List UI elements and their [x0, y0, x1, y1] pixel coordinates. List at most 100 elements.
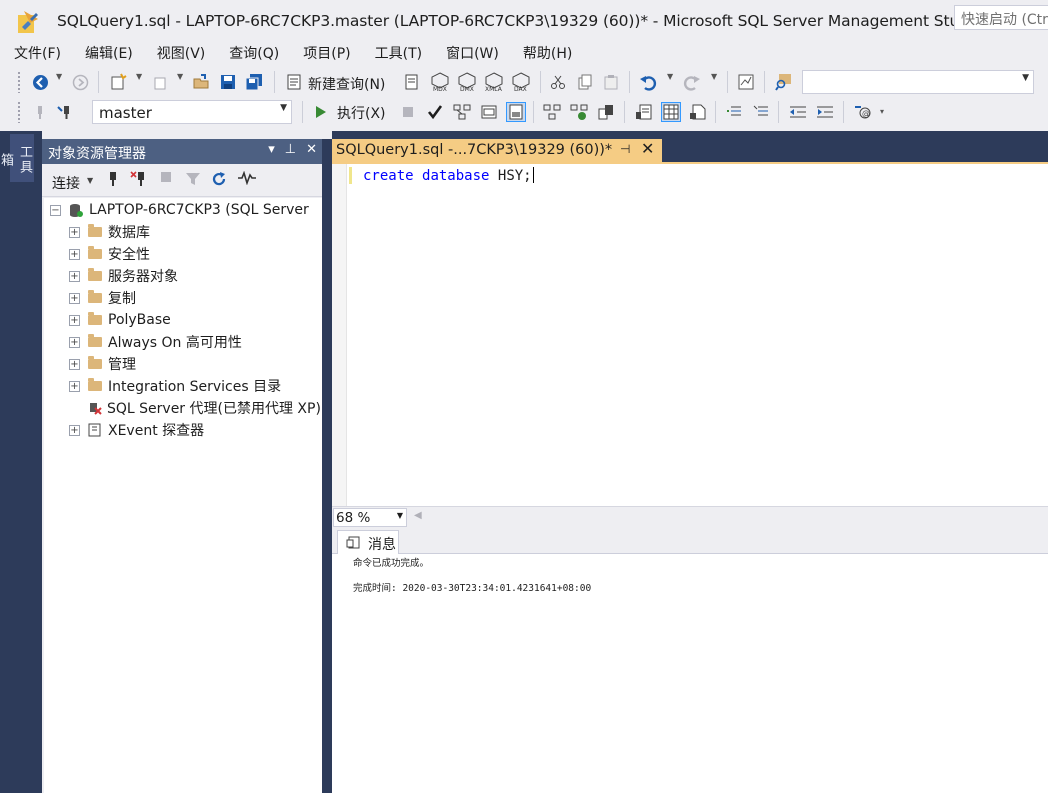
tree-node-databases[interactable]: + 数据库: [69, 221, 150, 243]
tree-node-sql-server-agent[interactable]: SQL Server 代理(已禁用代理 XP): [88, 397, 321, 419]
increase-indent-icon[interactable]: [815, 102, 835, 122]
menu-project[interactable]: 项目(P): [303, 40, 350, 66]
tree-node-polybase[interactable]: + PolyBase: [69, 309, 171, 331]
solution-config-dropdown[interactable]: ▼: [802, 70, 1034, 94]
expand-icon[interactable]: +: [69, 424, 80, 436]
find-in-files-icon[interactable]: [774, 72, 794, 92]
back-icon[interactable]: [30, 72, 50, 92]
tree-node-security[interactable]: + 安全性: [69, 243, 150, 265]
disconnect-icon[interactable]: [130, 171, 148, 191]
cancel-query-icon[interactable]: [398, 102, 418, 122]
collapse-icon[interactable]: −: [50, 204, 61, 216]
include-actual-plan-icon[interactable]: [542, 102, 562, 122]
menu-query[interactable]: 查询(Q): [229, 40, 279, 66]
open-file-icon[interactable]: [191, 72, 211, 92]
redo-dropdown-icon[interactable]: ▼: [711, 72, 717, 81]
toolbar-overflow-icon[interactable]: ▾: [880, 107, 884, 116]
new-project-icon[interactable]: [108, 72, 128, 92]
activity-monitor-icon[interactable]: [237, 170, 257, 189]
scroll-left-icon[interactable]: ◀: [414, 510, 422, 521]
undo-dropdown-icon[interactable]: ▼: [667, 72, 673, 81]
forward-icon[interactable]: [70, 72, 90, 92]
client-statistics-icon[interactable]: [596, 102, 616, 122]
connect-object-explorer-icon[interactable]: [106, 171, 120, 191]
window-position-dropdown-icon[interactable]: ▾: [268, 142, 275, 157]
expand-icon[interactable]: +: [69, 314, 80, 326]
toolbar-grip[interactable]: [17, 71, 21, 93]
filter-icon[interactable]: [185, 171, 201, 191]
save-all-icon[interactable]: [244, 72, 264, 92]
paste-icon[interactable]: [601, 72, 621, 92]
specify-template-parameters-icon[interactable]: @: [853, 102, 873, 122]
uncomment-icon[interactable]: [751, 102, 771, 122]
menu-help[interactable]: 帮助(H): [523, 40, 572, 66]
execute-button[interactable]: 执行(X): [337, 103, 386, 123]
pin-icon[interactable]: ⊥: [285, 142, 296, 157]
zoom-dropdown[interactable]: 68 % ▼: [333, 508, 407, 527]
menu-tools[interactable]: 工具(T): [375, 40, 422, 66]
expand-icon[interactable]: +: [69, 292, 80, 304]
expand-icon[interactable]: +: [69, 380, 80, 392]
expand-icon[interactable]: +: [69, 248, 80, 260]
tree-node-management[interactable]: + 管理: [69, 353, 136, 375]
new-query-icon[interactable]: [284, 72, 304, 92]
connect-icon[interactable]: [30, 102, 50, 122]
connect-button[interactable]: 连接: [52, 173, 80, 193]
xmla-query-icon[interactable]: XMLA: [484, 72, 504, 92]
intellisense-toggle-icon[interactable]: [506, 102, 526, 122]
stop-icon[interactable]: [160, 171, 172, 187]
copy-icon[interactable]: [575, 72, 595, 92]
dax-query-icon[interactable]: DAX: [511, 72, 531, 92]
new-project-dropdown-icon[interactable]: ▼: [136, 72, 142, 81]
tree-node-replication[interactable]: + 复制: [69, 287, 136, 309]
connect-dropdown-icon[interactable]: ▼: [87, 176, 93, 185]
refresh-icon[interactable]: [211, 171, 227, 191]
panel-splitter[interactable]: [322, 139, 332, 793]
live-query-statistics-icon[interactable]: [569, 102, 589, 122]
available-databases-dropdown[interactable]: master ▼: [92, 100, 292, 124]
tab-sqlquery1[interactable]: SQLQuery1.sql -...7CKP3\19329 (60))* ⊣ ✕: [332, 139, 662, 163]
comment-out-icon[interactable]: [724, 102, 744, 122]
results-to-text-icon[interactable]: [634, 102, 654, 122]
query-options-icon[interactable]: [479, 102, 499, 122]
close-icon[interactable]: ✕: [641, 139, 654, 158]
tab-messages[interactable]: 消息: [337, 530, 399, 555]
execute-icon[interactable]: [311, 102, 331, 122]
parse-checkmark-icon[interactable]: [425, 102, 445, 122]
add-item-icon[interactable]: [150, 72, 170, 92]
sql-editor[interactable]: create database HSY;: [332, 164, 1048, 506]
results-to-file-icon[interactable]: [688, 102, 708, 122]
tree-node-server[interactable]: − LAPTOP-6RC7CKP3 (SQL Server: [50, 199, 309, 221]
toolbox-tab[interactable]: 工具箱: [0, 134, 34, 182]
display-estimated-plan-icon[interactable]: [452, 102, 472, 122]
results-to-grid-icon[interactable]: [661, 102, 681, 122]
add-item-dropdown-icon[interactable]: ▼: [177, 72, 183, 81]
code-line-1[interactable]: create database HSY;: [363, 167, 534, 184]
undo-icon[interactable]: [638, 72, 658, 92]
menu-window[interactable]: 窗口(W): [446, 40, 499, 66]
menu-file[interactable]: 文件(F): [14, 40, 61, 66]
menu-view[interactable]: 视图(V): [157, 40, 206, 66]
expand-icon[interactable]: +: [69, 270, 80, 282]
mdx-query-icon[interactable]: MDX: [430, 72, 450, 92]
tree-node-xevent-profiler[interactable]: + XEvent 探查器: [69, 419, 204, 441]
save-icon[interactable]: [218, 72, 238, 92]
cut-icon[interactable]: [548, 72, 568, 92]
expand-icon[interactable]: +: [69, 336, 80, 348]
tree-node-always-on[interactable]: + Always On 高可用性: [69, 331, 242, 353]
menu-edit[interactable]: 编辑(E): [85, 40, 133, 66]
redo-icon[interactable]: [682, 72, 702, 92]
pin-icon[interactable]: ⊣: [620, 142, 630, 156]
back-dropdown-icon[interactable]: ▼: [56, 72, 62, 81]
tree-node-integration-services[interactable]: + Integration Services 目录: [69, 375, 281, 397]
expand-icon[interactable]: +: [69, 358, 80, 370]
quick-launch-input[interactable]: 快速启动 (Ctrl+Q): [954, 5, 1048, 30]
expand-icon[interactable]: +: [69, 226, 80, 238]
decrease-indent-icon[interactable]: [788, 102, 808, 122]
change-connection-icon[interactable]: [56, 102, 76, 122]
new-query-button[interactable]: 新建查询(N): [308, 74, 385, 94]
dmx-query-icon[interactable]: DMX: [457, 72, 477, 92]
close-icon[interactable]: ✕: [306, 142, 317, 157]
toolbar-grip[interactable]: [17, 101, 21, 123]
database-engine-query-icon[interactable]: [402, 72, 422, 92]
